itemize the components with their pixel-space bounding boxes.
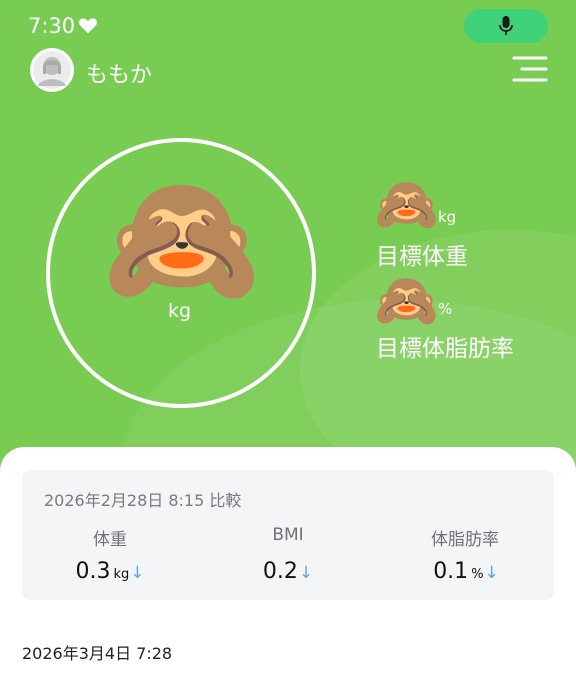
metric-value-bmi: 0.2↓ — [218, 559, 358, 584]
avatar[interactable] — [30, 48, 74, 92]
metric-unit: kg — [113, 567, 130, 582]
metric-value-body-fat: 0.1 %↓ — [396, 559, 536, 584]
goal-body-fat-unit: % — [438, 300, 453, 318]
metric-number: 0.1 — [433, 559, 469, 584]
metric-number: 0.3 — [75, 559, 111, 584]
weight-unit: kg — [168, 300, 192, 322]
heart-icon — [79, 18, 97, 34]
metric-label-bmi: BMI — [272, 525, 304, 545]
goal-weight-unit: kg — [438, 208, 457, 226]
status-time: 7:30 — [28, 14, 76, 38]
voice-input-button[interactable] — [464, 9, 548, 43]
down-arrow-icon: ↓ — [298, 563, 314, 583]
metric-unit: % — [471, 567, 484, 582]
user-avatar-icon — [33, 51, 71, 89]
metric-value-weight: 0.3 kg↓ — [40, 559, 180, 584]
goal-body-fat-label[interactable]: 目標体脂肪率 — [376, 329, 514, 363]
record-date: 2026年3月4日 7:28 — [22, 644, 173, 663]
comparison-date: 2026年2月28日 8:15 比較 — [44, 491, 242, 510]
menu-icon[interactable] — [512, 55, 548, 83]
see-no-evil-monkey-icon: 🙈 — [102, 165, 262, 314]
microphone-icon — [499, 16, 513, 35]
down-arrow-icon: ↓ — [130, 563, 145, 583]
metric-label-weight: 体重 — [93, 530, 127, 550]
down-arrow-icon: ↓ — [484, 563, 499, 583]
username: ももか — [86, 63, 153, 88]
see-no-evil-monkey-icon: 🙈 — [374, 271, 439, 331]
see-no-evil-monkey-icon: 🙈 — [374, 175, 439, 235]
metric-label-body-fat: 体脂肪率 — [431, 530, 499, 550]
metric-number: 0.2 — [262, 559, 298, 584]
goal-weight-label[interactable]: 目標体重 — [376, 237, 468, 271]
